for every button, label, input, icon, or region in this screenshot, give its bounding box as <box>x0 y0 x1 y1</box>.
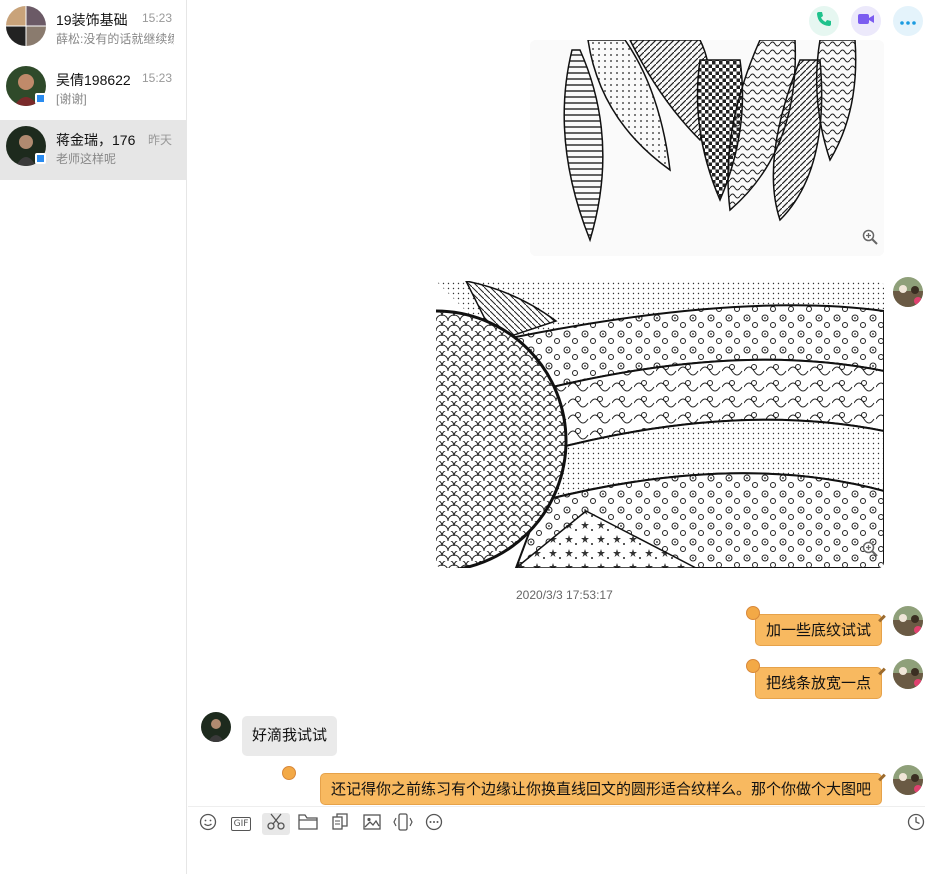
conversation-time: 昨天 <box>147 133 172 147</box>
conversation-name: 19装饰基础 <box>56 12 128 28</box>
screenshot-button[interactable] <box>262 813 290 835</box>
shake-icon <box>393 812 413 836</box>
bubble-decoration-icon <box>282 766 296 780</box>
send-image-button[interactable] <box>358 813 386 835</box>
zoom-icon[interactable] <box>862 541 878 562</box>
mobile-status-icon <box>35 153 46 164</box>
shake-window-button[interactable] <box>389 812 417 836</box>
file-transfer-button[interactable] <box>326 812 354 836</box>
my-avatar[interactable] <box>893 606 923 636</box>
conversation-time: 15:23 <box>141 11 172 25</box>
more-circle-icon <box>425 813 443 836</box>
conversation-list: 19装饰基础 15:23 薛松:没有的话就继续练 吴倩198622 15:23 … <box>0 0 187 874</box>
image-icon <box>363 813 381 835</box>
clock-icon <box>907 813 925 836</box>
chat-app: 19装饰基础 15:23 薛松:没有的话就继续练 吴倩198622 15:23 … <box>0 0 925 874</box>
gif-icon: GIF <box>230 817 252 831</box>
voice-call-button[interactable] <box>809 6 839 36</box>
conversation-preview: [谢谢] <box>56 92 87 106</box>
conversation-name: 吴倩198622 <box>56 72 131 88</box>
gif-button[interactable]: GIF <box>226 813 256 835</box>
zentangle-leaves-image <box>530 40 884 256</box>
emoji-icon <box>199 813 217 836</box>
phone-icon <box>816 11 832 32</box>
message-input-area[interactable] <box>188 840 925 874</box>
conversation-item-group[interactable]: 19装饰基础 15:23 薛松:没有的话就继续练 <box>0 0 186 60</box>
mobile-status-icon <box>35 93 46 104</box>
video-call-button[interactable] <box>851 6 881 36</box>
video-icon <box>857 12 875 31</box>
folder-icon <box>298 813 318 835</box>
send-file-button[interactable] <box>294 813 322 835</box>
conversation-preview: 老师这样呢 <box>56 152 117 166</box>
my-avatar[interactable] <box>893 765 923 795</box>
contact-avatar[interactable] <box>201 712 231 742</box>
my-avatar[interactable] <box>893 659 923 689</box>
bubble-decoration-icon <box>746 606 760 620</box>
conversation-name: 蒋金瑞，176 <box>56 132 136 148</box>
conversation-time: 15:23 <box>141 71 172 85</box>
chat-header-actions <box>809 6 923 36</box>
files-icon <box>331 812 349 836</box>
more-icon <box>900 12 916 30</box>
more-options-button[interactable] <box>893 6 923 36</box>
message-history-button[interactable] <box>902 813 925 835</box>
conversation-preview: 薛松:没有的话就继续练 <box>56 32 174 46</box>
input-toolbar: GIF <box>188 806 925 840</box>
my-message-bubble[interactable]: 把线条放宽一点 <box>754 667 882 699</box>
emoji-button[interactable] <box>194 813 222 835</box>
my-message-bubble[interactable]: 还记得你之前练习有个边缘让你换直线回文的圆形适合纹样么。那个你做个大图吧 <box>319 773 882 805</box>
contact-message-bubble[interactable]: 好滴我试试 <box>242 716 338 756</box>
group-avatar <box>6 6 46 46</box>
message-timestamp: 2020/3/3 17:53:17 <box>516 588 613 602</box>
conversation-item-wu[interactable]: 吴倩198622 15:23 [谢谢] <box>0 60 186 120</box>
more-tools-button[interactable] <box>420 813 448 835</box>
conversation-item-jiang[interactable]: 蒋金瑞，176 昨天 老师这样呢 <box>0 120 186 180</box>
bubble-decoration-icon <box>746 659 760 673</box>
my-message-bubble[interactable]: 加一些底纹试试 <box>754 614 882 646</box>
image-message-sun[interactable] <box>436 281 884 568</box>
image-message-leaves[interactable] <box>530 40 884 256</box>
my-avatar[interactable] <box>893 277 923 307</box>
zoom-icon[interactable] <box>862 229 878 250</box>
zentangle-sun-image <box>436 281 884 568</box>
scissors-icon <box>266 813 286 836</box>
message-area: 2020/3/3 17:53:17 加一些底纹试试 把线条放宽一点 好滴我试试 … <box>188 0 925 806</box>
